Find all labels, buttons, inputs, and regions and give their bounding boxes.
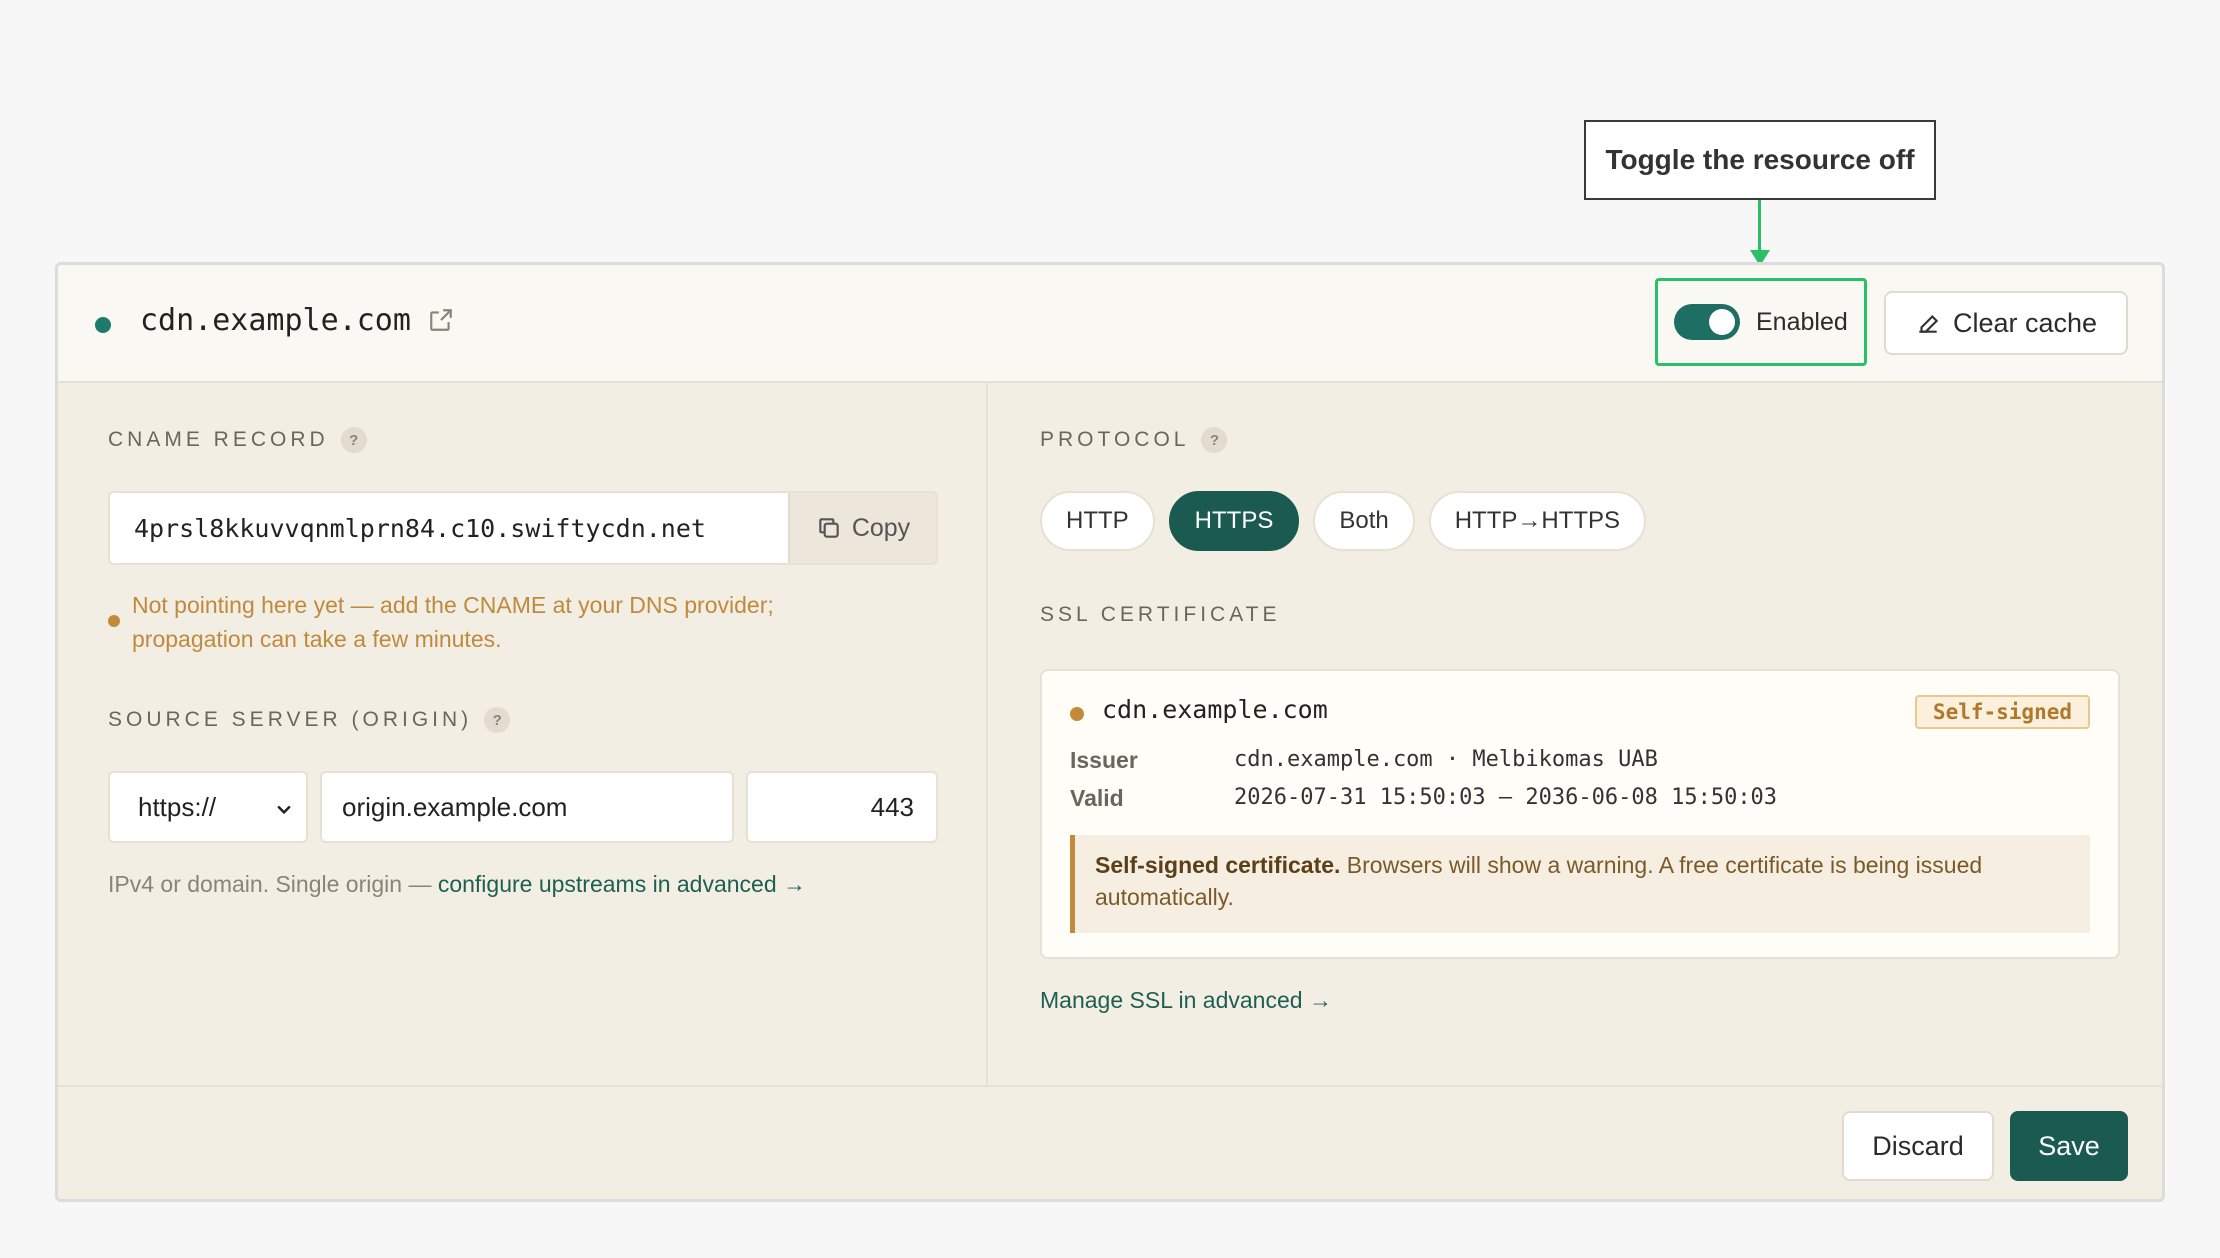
ssl-notice: Self-signed certificate. Browsers will s… <box>1070 835 2090 933</box>
ssl-issuer-value: cdn.example.com · Melbikomas UAB <box>1234 747 1658 772</box>
ssl-valid-key: Valid <box>1070 785 1124 811</box>
cname-field: 4prsl8kkuvvqnmlprn84.c10.swiftycdn.net C… <box>108 491 938 565</box>
ssl-notice-title: Self-signed certificate. <box>1095 852 1341 878</box>
resource-domain: cdn.example.com <box>140 303 411 338</box>
ssl-issuer-key: Issuer <box>1070 747 1138 773</box>
annotation-callout: Toggle the resource off <box>1584 120 1936 200</box>
ssl-label: SSL CERTIFICATE <box>1040 603 1281 626</box>
protocol-option-both[interactable]: Both <box>1313 491 1415 551</box>
save-button[interactable]: Save <box>2010 1111 2128 1181</box>
status-dot-icon <box>95 317 111 333</box>
clear-cache-button[interactable]: Clear cache <box>1884 291 2128 355</box>
right-column: PROTOCOL ? HTTP HTTPS Both HTTP→HTTPS SS… <box>990 383 2162 1085</box>
cname-section-label: CNAME RECORD ? <box>108 427 367 453</box>
origin-hint-text: IPv4 or domain. Single origin — <box>108 871 438 897</box>
chevron-down-icon <box>277 805 291 815</box>
protocol-option-https[interactable]: HTTPS <box>1168 491 1300 551</box>
origin-hint: IPv4 or domain. Single origin — configur… <box>108 871 806 898</box>
scheme-select[interactable]: https:// <box>108 771 308 843</box>
origin-host-input[interactable]: origin.example.com <box>320 771 734 843</box>
origin-port-input[interactable]: 443 <box>746 771 938 843</box>
cname-label: CNAME RECORD <box>108 428 329 451</box>
configure-upstreams-link[interactable]: configure upstreams in advanced → <box>438 871 806 897</box>
card-header: cdn.example.com Enabled Clear cache <box>58 265 2162 383</box>
protocol-section-label: PROTOCOL ? <box>1040 427 1228 453</box>
ssl-section-label: SSL CERTIFICATE <box>1040 603 1280 627</box>
help-icon[interactable]: ? <box>484 707 511 733</box>
clear-cache-label: Clear cache <box>1952 307 2098 338</box>
warning-dot-icon <box>108 615 120 627</box>
ssl-domain: cdn.example.com <box>1102 695 1328 724</box>
copy-button[interactable]: Copy <box>788 493 936 563</box>
ssl-issuer-row: Issuer cdn.example.com · Melbikomas UAB <box>1070 747 1658 774</box>
enabled-toggle[interactable] <box>1674 304 1740 340</box>
toggle-label: Enabled <box>1756 307 1848 336</box>
manage-ssl-link[interactable]: Manage SSL in advanced → <box>1040 987 1332 1014</box>
copy-icon <box>819 518 839 538</box>
ssl-certificate-card: cdn.example.com Self-signed Issuer cdn.e… <box>1040 669 2120 959</box>
callout-connector <box>1758 200 1761 252</box>
ssl-valid-value: 2026-07-31 15:50:03 — 2036-06-08 15:50:0… <box>1234 785 1778 810</box>
protocol-label: PROTOCOL <box>1040 428 1190 451</box>
cname-value[interactable]: 4prsl8kkuvvqnmlprn84.c10.swiftycdn.net <box>110 493 788 563</box>
origin-section-label: SOURCE SERVER (ORIGIN) ? <box>108 707 511 733</box>
cname-warning: Not pointing here yet — add the CNAME at… <box>132 592 774 652</box>
scheme-value: https:// <box>138 791 217 822</box>
ssl-status-badge: Self-signed <box>1914 695 2090 729</box>
origin-label: SOURCE SERVER (ORIGIN) <box>108 708 473 731</box>
copy-label: Copy <box>851 513 911 542</box>
resource-card: cdn.example.com Enabled Clear cache CNAM… <box>55 262 2165 1202</box>
help-icon[interactable]: ? <box>1201 427 1228 453</box>
external-link-icon[interactable] <box>428 307 454 333</box>
ssl-status-dot-icon <box>1070 707 1084 721</box>
protocol-option-http[interactable]: HTTP <box>1040 491 1155 551</box>
toggle-knob <box>1709 309 1735 335</box>
card-footer: Discard Save <box>58 1085 2162 1199</box>
left-column: CNAME RECORD ? 4prsl8kkuvvqnmlprn84.c10.… <box>58 383 988 1085</box>
protocol-options: HTTP HTTPS Both HTTP→HTTPS <box>1040 491 1647 551</box>
enabled-toggle-highlight: Enabled <box>1655 278 1867 366</box>
callout-text: Toggle the resource off <box>1605 144 1915 175</box>
protocol-option-http-redirect[interactable]: HTTP→HTTPS <box>1428 491 1647 551</box>
eraser-icon <box>1919 314 1939 333</box>
help-icon[interactable]: ? <box>340 427 367 453</box>
ssl-valid-row: Valid 2026-07-31 15:50:03 — 2036-06-08 1… <box>1070 785 1777 812</box>
discard-button[interactable]: Discard <box>1842 1111 1994 1181</box>
